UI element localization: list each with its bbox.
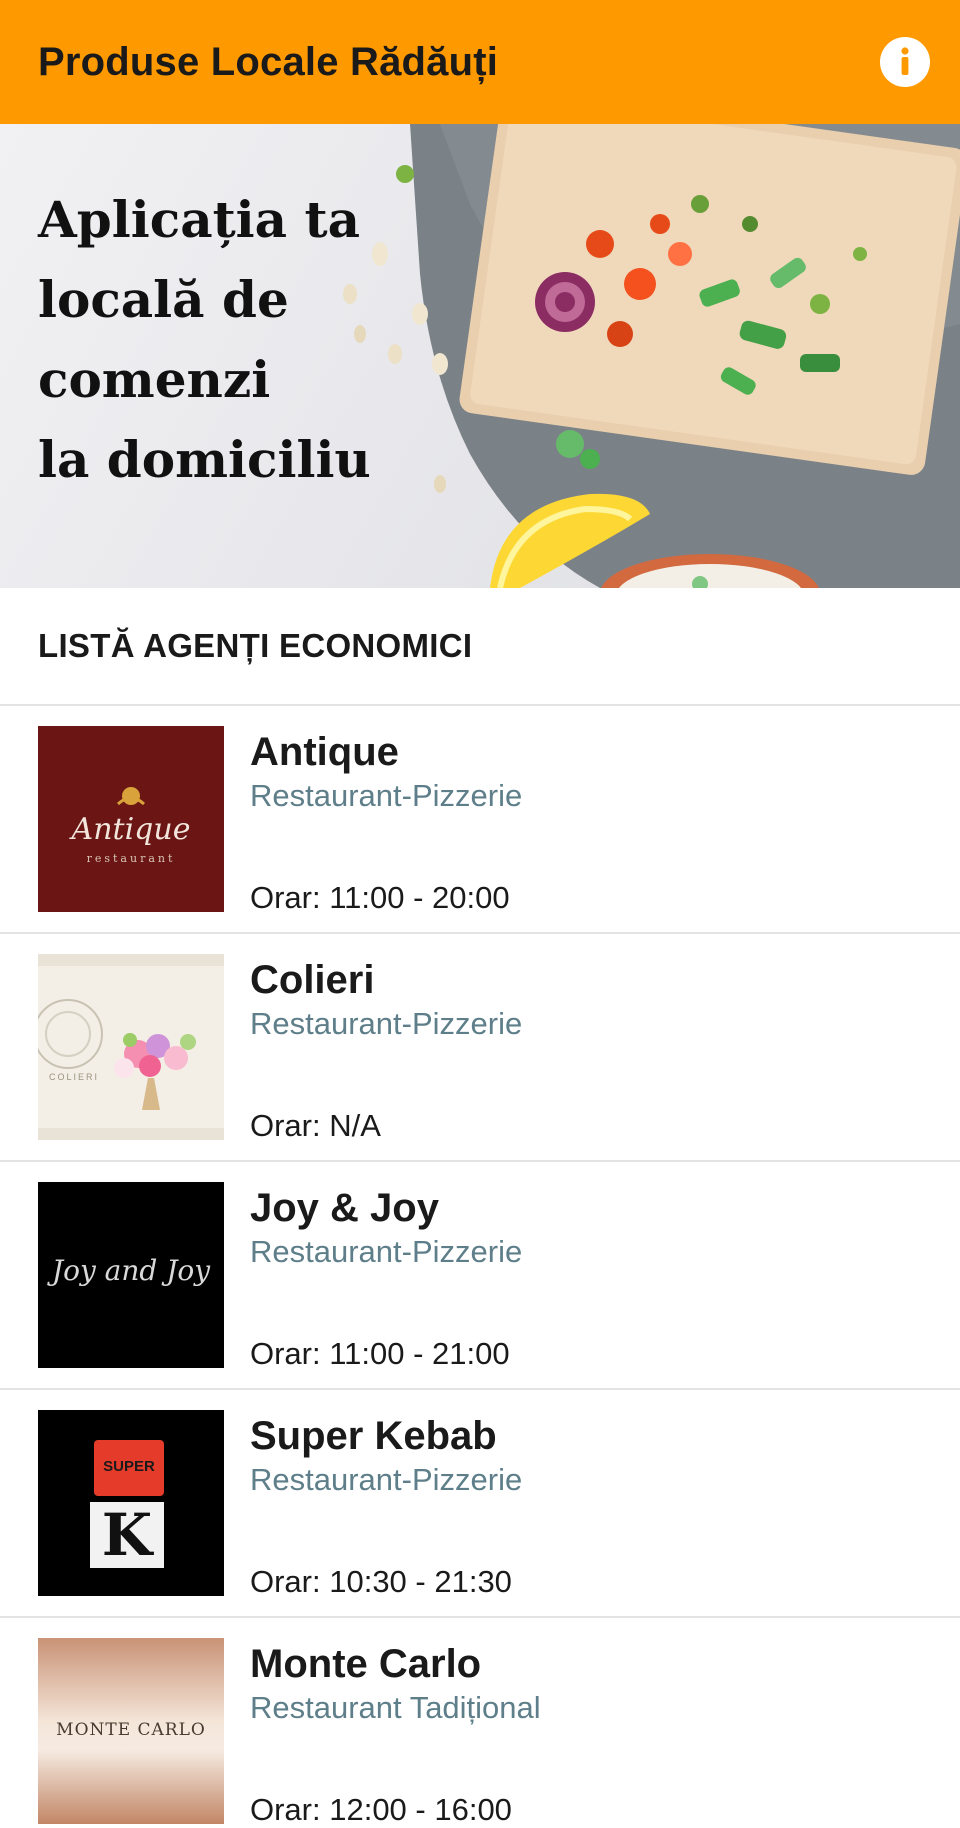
info-icon [882,39,928,85]
business-category: Restaurant-Pizzerie [250,1462,523,1497]
business-logo: SUPER K [38,1410,224,1596]
business-category: Restaurant-Pizzerie [250,778,523,813]
hero-headline: Aplicația ta locală de comenzi la domici… [38,180,418,500]
business-hours: Orar: 11:00 - 21:00 [250,1336,510,1371]
business-name: Monte Carlo [250,1642,482,1686]
app-bar: Produse Locale Rădăuți [0,0,960,124]
list-item-monte-carlo[interactable]: MONTE CARLO Monte Carlo Restaurant Tadiț… [0,1618,960,1828]
business-logo: Antique restaurant [38,726,224,912]
logo-subtext: restaurant [86,852,176,865]
business-info: Joy & Joy Restaurant-Pizzerie Orar: 11:0… [250,1182,960,1371]
list-item-colieri[interactable]: COLIERI Colieri Restaurant-Pizzerie Orar… [0,934,960,1162]
business-info: Colieri Restaurant-Pizzerie Orar: N/A [250,954,960,1143]
logo-text: COLIERI [48,1072,99,1082]
hero-line: locală de [38,270,289,329]
logo-text: Antique [71,812,191,847]
section-header: LISTĂ AGENȚI ECONOMICI [0,588,960,706]
business-hours: Orar: 11:00 - 20:00 [250,880,510,915]
business-info: Antique Restaurant-Pizzerie Orar: 11:00 … [250,726,960,915]
business-category: Restaurant-Pizzerie [250,1234,523,1269]
business-category: Restaurant-Pizzerie [250,1006,523,1041]
logo-text: Joy and Joy [51,1254,211,1287]
business-name: Joy & Joy [250,1186,439,1230]
info-button[interactable] [880,37,930,87]
list-item-joy-and-joy[interactable]: Joy and Joy Joy & Joy Restaurant-Pizzeri… [0,1162,960,1390]
business-info: Monte Carlo Restaurant Tadițional Orar: … [250,1638,960,1827]
hero-line: comenzi [38,350,271,409]
app-title: Produse Locale Rădăuți [38,39,499,84]
logo-subtext: K [101,1501,153,1569]
hero-banner: Aplicația ta locală de comenzi la domici… [0,124,960,588]
hero-line: Aplicația ta [38,190,360,249]
business-category: Restaurant Tadițional [250,1690,541,1725]
business-logo: MONTE CARLO [38,1638,224,1824]
business-list: Antique restaurant Antique Restaurant-Pi… [0,706,960,1828]
business-logo: Joy and Joy [38,1182,224,1368]
list-item-antique[interactable]: Antique restaurant Antique Restaurant-Pi… [0,706,960,934]
business-logo: COLIERI [38,954,224,1140]
business-hours: Orar: 12:00 - 16:00 [250,1792,512,1827]
section-title: LISTĂ AGENȚI ECONOMICI [38,627,473,664]
business-info: Super Kebab Restaurant-Pizzerie Orar: 10… [250,1410,960,1599]
business-name: Super Kebab [250,1414,497,1458]
business-hours: Orar: N/A [250,1108,381,1143]
business-name: Antique [250,730,399,774]
business-hours: Orar: 10:30 - 21:30 [250,1564,512,1599]
logo-text: MONTE CARLO [56,1720,206,1740]
logo-text: SUPER [103,1458,155,1475]
list-item-super-kebab[interactable]: SUPER K Super Kebab Restaurant-Pizzerie … [0,1390,960,1618]
business-name: Colieri [250,958,375,1002]
flower-bouquet-icon [38,954,224,1140]
hero-line: la domiciliu [38,430,371,489]
